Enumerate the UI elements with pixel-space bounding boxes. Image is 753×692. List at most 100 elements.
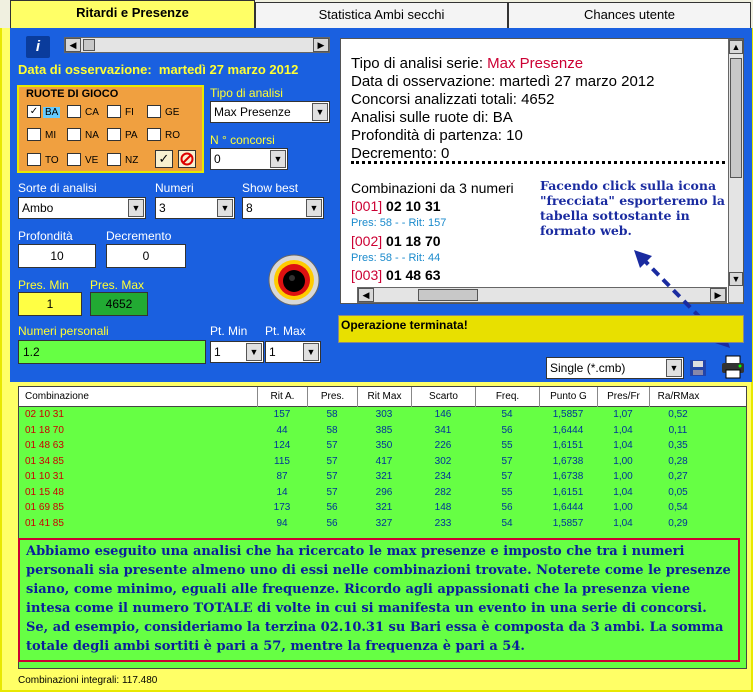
sorte-select[interactable]: Ambo ▼	[18, 197, 146, 219]
explanation-note: Abbiamo eseguito una analisi che ha rice…	[18, 538, 740, 662]
table-header: Combinazione Rit A. Pres. Rit Max Scarto…	[19, 387, 746, 407]
format-select[interactable]: Single (*.cmb) ▼	[546, 357, 684, 379]
table-row[interactable]: 01 15 48 14 57 296 282 55 1,6151 1,04 0,05	[19, 487, 746, 502]
export-print-icon[interactable]	[720, 354, 746, 380]
decremento-label: Decremento	[106, 229, 172, 243]
col-rit-a[interactable]: Rit A.	[257, 387, 307, 407]
table-cell: 01 18 70	[25, 424, 64, 436]
table-cell: 94	[276, 517, 288, 529]
profondita-field[interactable]: 10	[18, 244, 96, 268]
table-cell: 1,00	[613, 455, 633, 467]
table-cell: 0,52	[668, 409, 688, 420]
scroll-up-icon[interactable]: ▲	[729, 40, 743, 54]
table-cell: 56	[326, 502, 338, 513]
col-pres[interactable]: Pres.	[307, 387, 357, 407]
slider-left-icon[interactable]: ◀	[65, 38, 81, 52]
select-all-icon[interactable]: ✓	[155, 150, 173, 168]
table-row[interactable]: 02 10 31 157 58 303 146 54 1,5857 1,07 0,52	[19, 409, 746, 424]
ruota-na-label: NA	[85, 130, 99, 141]
decremento-field[interactable]: 0	[106, 244, 186, 268]
table-cell: 148	[434, 502, 452, 513]
checkbox-fi[interactable]	[107, 105, 121, 118]
table-row[interactable]: 01 48 63 124 57 350 226 55 1,6151 1,04 0,35	[19, 440, 746, 455]
table-cell: 1,5857	[552, 409, 584, 420]
col-punto-g[interactable]: Punto G	[539, 387, 597, 407]
table-row[interactable]: 01 18 70 44 58 385 341 56 1,6444 1,04 0,11	[19, 425, 746, 440]
checkbox-mi[interactable]	[27, 128, 41, 141]
checkbox-ve[interactable]	[67, 153, 81, 166]
checkbox-ge[interactable]	[147, 105, 161, 118]
table-row[interactable]: 01 41 85 94 56 327 233 54 1,5857 1,04 0,29	[19, 518, 746, 533]
col-scarto[interactable]: Scarto	[411, 387, 475, 407]
col-freq[interactable]: Freq.	[475, 387, 539, 407]
ruota-fi-label: FI	[125, 107, 134, 118]
checkbox-pa[interactable]	[107, 128, 121, 141]
table-cell: 0,27	[668, 471, 688, 482]
run-button[interactable]	[268, 254, 320, 306]
col-ra-rmax[interactable]: Ra/RMax	[649, 387, 707, 407]
table-cell: 296	[375, 486, 393, 498]
tab-chances-utente[interactable]: Chances utente	[508, 2, 751, 28]
numeri-select[interactable]: 3 ▼	[155, 197, 235, 219]
table-cell: 385	[375, 424, 393, 436]
table-cell: 1,04	[613, 517, 633, 529]
chevron-down-icon: ▼	[312, 103, 328, 121]
combinazioni-integrali: Combinazioni integrali: 117.480	[18, 675, 158, 686]
ruota-nz-label: NZ	[125, 155, 139, 166]
status-bar: Operazione terminata!	[338, 315, 744, 343]
checkbox-ro[interactable]	[147, 128, 161, 141]
table-cell: 303	[375, 409, 393, 420]
checkbox-to[interactable]	[27, 153, 41, 166]
col-rit-max[interactable]: Rit Max	[357, 387, 411, 407]
table-cell: 0,54	[668, 502, 688, 513]
table-cell: 321	[375, 471, 393, 482]
pt-min-select[interactable]: 1 ▼	[210, 341, 264, 363]
table-cell: 57	[501, 471, 513, 482]
n-concorsi-label: N ° concorsi	[210, 133, 275, 147]
scroll-left-icon[interactable]: ◀	[358, 288, 374, 302]
checkbox-nz[interactable]	[107, 153, 121, 166]
table-row[interactable]: 01 34 85 115 57 417 302 57 1,6738 1,00 0,28	[19, 456, 746, 471]
table-cell: 1,6444	[552, 424, 584, 436]
n-concorsi-select[interactable]: 0 ▼	[210, 148, 288, 170]
ruote-box: RUOTE DI GIOCO ✓ BA CA FI GE MI NA PA RO…	[17, 85, 204, 173]
scroll-thumb[interactable]	[730, 58, 742, 178]
slider-right-icon[interactable]: ▶	[313, 38, 329, 52]
numeri-personali-field[interactable]: 1.2	[18, 340, 206, 364]
ruota-pa-label: PA	[125, 130, 138, 141]
table-cell: 01 15 48	[25, 486, 64, 498]
table-cell: 0,35	[668, 440, 688, 451]
table-row[interactable]: 01 10 31 87 57 321 234 57 1,6738 1,00 0,27	[19, 471, 746, 486]
pres-max-field[interactable]: 4652	[90, 292, 148, 316]
checkbox-ca[interactable]	[67, 105, 81, 118]
checkbox-na[interactable]	[67, 128, 81, 141]
table-cell: 302	[434, 455, 452, 467]
table-cell: 54	[501, 517, 513, 529]
date-slider[interactable]: ◀ ▶	[64, 37, 330, 53]
tab-statistica-ambi[interactable]: Statistica Ambi secchi	[255, 2, 508, 28]
table-cell: 44	[276, 424, 288, 436]
tipo-analisi-select[interactable]: Max Presenze ▼	[210, 101, 330, 123]
save-icon[interactable]	[689, 359, 707, 377]
table-cell: 1,6151	[552, 440, 584, 451]
info-icon[interactable]: i	[26, 36, 50, 58]
pt-max-select[interactable]: 1 ▼	[265, 341, 321, 363]
clear-all-icon[interactable]	[178, 150, 196, 168]
table-cell: 1,6738	[552, 455, 584, 467]
col-pres-fr[interactable]: Pres/Fr	[597, 387, 649, 407]
table-cell: 0,28	[668, 455, 688, 467]
table-cell: 1,04	[613, 424, 633, 436]
scroll-thumb-h[interactable]	[418, 289, 478, 301]
tab-ritardi-presenze[interactable]: Ritardi e Presenze	[10, 0, 255, 29]
show-best-select[interactable]: 8 ▼	[242, 197, 324, 219]
table-row[interactable]: 01 69 85 173 56 321 148 56 1,6444 1,00 0,54	[19, 502, 746, 517]
ruota-ge-label: GE	[165, 107, 180, 118]
slider-thumb[interactable]	[83, 39, 95, 51]
pt-max-label: Pt. Max	[265, 324, 306, 338]
col-combinazione[interactable]: Combinazione	[19, 387, 257, 407]
checkbox-ba[interactable]: ✓	[27, 105, 41, 118]
pres-min-field[interactable]: 1	[18, 292, 82, 316]
report-separator	[351, 161, 731, 167]
profondita-label: Profondità	[18, 229, 73, 243]
report-entry: [002] 01 18 70	[351, 233, 441, 249]
